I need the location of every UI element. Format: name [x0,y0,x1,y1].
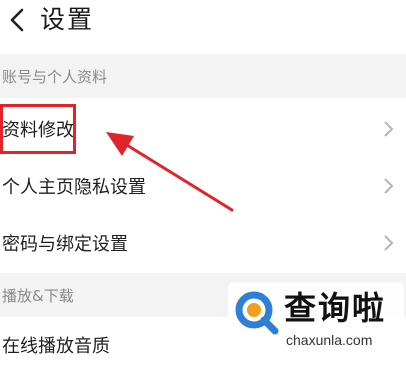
annotation-arrow-icon [106,132,234,212]
settings-item-password-binding[interactable]: 密码与绑定设置 [0,215,406,271]
item-label: 密码与绑定设置 [2,234,128,255]
chevron-right-icon [384,178,394,194]
section-header-account: 账号与个人资料 [0,54,406,98]
chevron-right-icon [384,235,394,251]
chevron-right-icon [384,121,394,137]
search-magnifier-logo-icon [235,291,279,335]
section-label: 播放&下载 [2,287,74,305]
top-bar: 设置 [0,0,406,44]
watermark-title: 查询啦 [284,289,387,327]
back-arrow-icon[interactable] [6,6,28,34]
page-title: 设置 [40,5,95,34]
watermark-url: chaxunla.com [286,332,373,348]
highlight-box [0,104,76,154]
section-label: 账号与个人资料 [2,68,108,86]
watermark: 查询啦 chaxunla.com [228,282,404,358]
item-label: 在线播放音质 [2,335,110,357]
